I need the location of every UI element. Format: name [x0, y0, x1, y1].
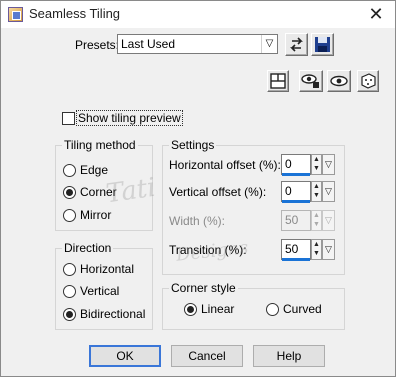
width-label: Width (%):: [169, 214, 226, 228]
dialog-window: Seamless Tiling ✕ Presets: Last Used ▽ S…: [0, 0, 396, 377]
horizontal-offset-input[interactable]: 0: [281, 154, 311, 175]
corner-curved-label[interactable]: Curved: [283, 302, 322, 316]
title-bar[interactable]: Seamless Tiling ✕: [1, 1, 395, 28]
width-input: 50: [281, 210, 311, 231]
vertical-offset-input[interactable]: 0: [281, 181, 311, 202]
direction-title: Direction: [62, 241, 114, 255]
width-spinner: ▲ ▼: [311, 210, 322, 231]
direction-horizontal-label[interactable]: Horizontal: [80, 262, 134, 276]
app-icon: [8, 7, 23, 22]
reset-arrows-icon: [290, 37, 303, 52]
split-preview-icon: [270, 73, 286, 89]
chevron-down-icon: ▽: [261, 35, 277, 53]
transition-input[interactable]: 50: [281, 239, 311, 260]
vertical-offset-dropdown[interactable]: ▽: [322, 181, 335, 202]
tiling-edge-label[interactable]: Edge: [80, 163, 108, 177]
corner-style-title: Corner style: [169, 281, 238, 295]
tiling-corner-radio[interactable]: [63, 186, 76, 199]
show-tiling-preview-checkbox[interactable]: [62, 112, 75, 125]
reset-preset-button[interactable]: [285, 33, 308, 56]
vertical-offset-label: Vertical offset (%):: [169, 185, 267, 199]
tiling-edge-radio[interactable]: [63, 164, 76, 177]
direction-bidirectional-label[interactable]: Bidirectional: [80, 307, 145, 321]
corner-linear-label[interactable]: Linear: [201, 302, 234, 316]
direction-vertical-label[interactable]: Vertical: [80, 284, 119, 298]
randomize-button[interactable]: [357, 70, 379, 92]
tiling-mirror-label[interactable]: Mirror: [80, 208, 111, 222]
tiling-method-title: Tiling method: [62, 138, 138, 152]
dice-icon: [361, 73, 376, 89]
horizontal-offset-label: Horizontal offset (%):: [169, 158, 281, 172]
width-dropdown: ▽: [322, 210, 335, 231]
preview-layout-button[interactable]: [267, 70, 289, 92]
window-title: Seamless Tiling: [29, 6, 121, 21]
presets-selected-value: Last Used: [121, 37, 176, 51]
horizontal-offset-dropdown[interactable]: ▽: [322, 154, 335, 175]
vertical-offset-spinner[interactable]: ▲ ▼: [311, 181, 322, 202]
tiling-corner-label[interactable]: Corner: [80, 185, 117, 199]
horizontal-offset-bar: [282, 173, 310, 176]
transition-spinner[interactable]: ▲ ▼: [311, 239, 322, 260]
transition-dropdown[interactable]: ▽: [322, 239, 335, 260]
horizontal-offset-spinner[interactable]: ▲ ▼: [311, 154, 322, 175]
settings-title: Settings: [169, 138, 217, 152]
corner-linear-radio[interactable]: [184, 303, 197, 316]
ok-button[interactable]: OK: [89, 345, 161, 367]
cancel-button[interactable]: Cancel: [171, 345, 243, 367]
presets-dropdown[interactable]: Last Used ▽: [117, 34, 278, 54]
preview-toggle-button[interactable]: [327, 70, 351, 92]
tiling-mirror-radio[interactable]: [63, 209, 76, 222]
close-icon[interactable]: ✕: [365, 3, 387, 25]
direction-vertical-radio[interactable]: [63, 285, 76, 298]
preview-source-button[interactable]: [299, 70, 323, 92]
transition-bar: [282, 258, 310, 261]
save-icon: [315, 37, 330, 52]
direction-horizontal-radio[interactable]: [63, 263, 76, 276]
help-button[interactable]: Help: [253, 345, 325, 367]
eye-icon: [330, 75, 348, 87]
save-preset-button[interactable]: [311, 33, 334, 56]
presets-label: Presets:: [75, 38, 120, 52]
corner-curved-radio[interactable]: [266, 303, 279, 316]
vertical-offset-bar: [282, 200, 310, 203]
eye-lock-icon: [301, 74, 319, 88]
transition-label: Transition (%):: [169, 243, 247, 257]
direction-bidirectional-radio[interactable]: [63, 308, 76, 321]
show-tiling-preview-label[interactable]: Show tiling preview: [76, 110, 183, 126]
